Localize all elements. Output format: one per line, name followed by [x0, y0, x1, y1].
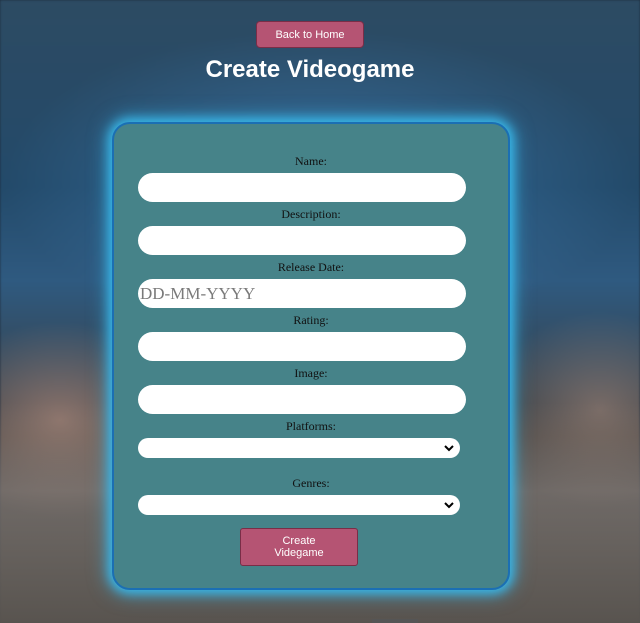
chevron-down-icon [444, 445, 454, 452]
genres-select[interactable] [138, 495, 460, 515]
platforms-select[interactable] [138, 438, 460, 458]
create-videogame-form: Name: Description: Release Date: DD-MM-Y… [112, 122, 510, 590]
release-date-placeholder: DD-MM-YYYY [140, 283, 256, 303]
release-date-label: Release Date: [277, 260, 345, 274]
rating-input[interactable] [138, 332, 466, 361]
platforms-label: Platforms: [286, 419, 336, 433]
description-label: Description: [281, 207, 341, 221]
create-videogame-button[interactable]: Create Videgame [240, 528, 358, 566]
page-title: Create Videogame [205, 56, 415, 83]
name-input[interactable] [138, 173, 466, 202]
back-to-home-button[interactable]: Back to Home [256, 21, 364, 48]
description-input[interactable] [138, 226, 466, 255]
release-date-input[interactable]: DD-MM-YYYY [138, 279, 466, 308]
name-label: Name: [295, 154, 327, 168]
image-label: Image: [294, 366, 328, 380]
scrollbar-hint [372, 619, 418, 623]
genres-label: Genres: [292, 476, 330, 490]
image-input[interactable] [138, 385, 466, 414]
rating-label: Rating: [293, 313, 329, 327]
chevron-down-icon [444, 502, 454, 509]
